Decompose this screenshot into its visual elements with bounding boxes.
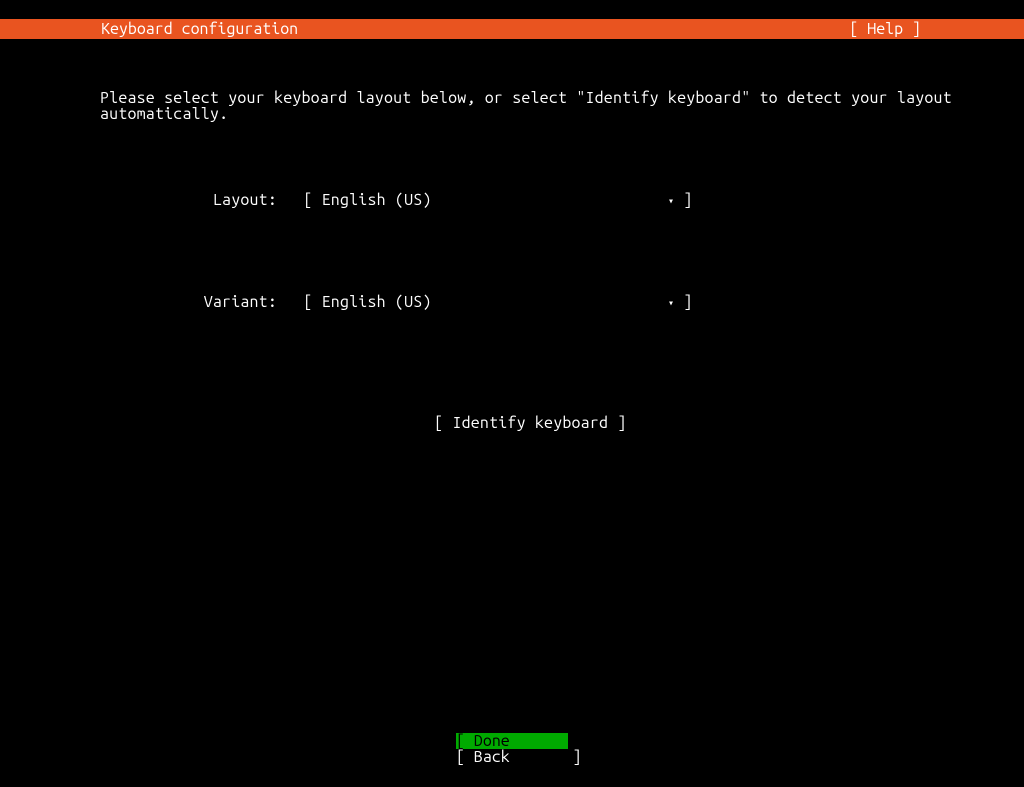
layout-close-bracket: ] xyxy=(683,191,692,209)
footer: [ Done ] [ Back ] xyxy=(0,733,1024,765)
identify-keyboard-row: [ Identify keyboard ] xyxy=(100,396,924,450)
chevron-down-icon: ▾ xyxy=(668,195,674,206)
help-button[interactable]: [ Help ] xyxy=(849,19,1016,39)
instruction-text: Please select your keyboard layout below… xyxy=(100,90,924,122)
back-button[interactable]: [ Back ] xyxy=(456,749,568,765)
done-button[interactable]: [ Done ] xyxy=(456,733,568,749)
header-bar: Keyboard configuration [ Help ] xyxy=(0,19,1024,39)
layout-value: [ English (US) xyxy=(303,191,431,209)
layout-select-arrow[interactable]: ▾ ] xyxy=(668,192,693,209)
variant-row: Variant: [ English (US) ▾ ] xyxy=(100,294,924,310)
content-area: Please select your keyboard layout below… xyxy=(0,39,1024,468)
chevron-down-icon: ▾ xyxy=(668,297,674,308)
variant-value: [ English (US) xyxy=(303,293,431,311)
layout-label: Layout: xyxy=(100,192,285,208)
variant-select-arrow[interactable]: ▾ ] xyxy=(668,294,693,311)
layout-row: Layout: [ English (US) ▾ ] xyxy=(100,192,924,208)
layout-select[interactable]: [ English (US) xyxy=(285,192,432,208)
page-title: Keyboard configuration xyxy=(8,19,298,39)
variant-label: Variant: xyxy=(100,294,285,310)
identify-keyboard-button[interactable]: [ Identify keyboard ] xyxy=(434,414,626,432)
variant-close-bracket: ] xyxy=(683,293,692,311)
variant-select[interactable]: [ English (US) xyxy=(285,294,432,310)
